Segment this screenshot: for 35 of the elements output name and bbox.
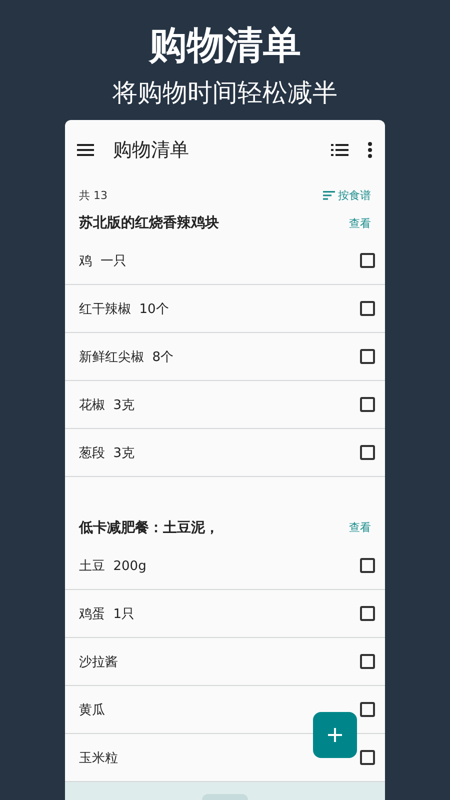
ingredient-label: 红干辣椒 10个 [79, 300, 169, 318]
more-icon[interactable] [367, 141, 373, 159]
ingredient-label: 土豆 200g [79, 558, 146, 574]
ingredient-label: 玉米粒 [79, 750, 118, 766]
ingredient-label: 葱段 3克 [79, 444, 135, 462]
recipe-title: 苏北版的红烧香辣鸡块 [79, 214, 219, 232]
checkbox[interactable] [360, 397, 375, 412]
checkbox[interactable] [360, 750, 375, 765]
ingredient-label: 鸡蛋 1只 [79, 606, 135, 622]
list-view-icon[interactable] [331, 143, 349, 157]
checkbox[interactable] [360, 654, 375, 669]
recipe-title: 低卡减肥餐：土豆泥， [79, 518, 219, 537]
checkbox[interactable] [360, 301, 375, 316]
sort-icon [323, 190, 335, 200]
ingredient-label: 新鲜红尖椒 8个 [79, 348, 174, 366]
ingredient-label: 花椒 3克 [79, 396, 135, 414]
view-link[interactable]: 查看 [349, 216, 371, 231]
checkbox[interactable] [360, 445, 375, 460]
ingredient-label: 沙拉酱 [79, 654, 118, 670]
app-title: 购物清单 [113, 138, 190, 163]
view-link[interactable]: 查看 [349, 520, 371, 536]
checkbox[interactable] [360, 253, 375, 268]
ingredient-label: 鸡 一只 [79, 252, 126, 270]
promo-subtitle: 将购物时间轻松减半 [112, 77, 338, 109]
sort-button[interactable]: 按食谱 [323, 188, 371, 203]
item-count: 共 13 [79, 188, 108, 203]
checkbox[interactable] [360, 702, 375, 717]
add-button[interactable] [313, 712, 357, 758]
menu-icon[interactable] [77, 143, 95, 157]
checkbox[interactable] [360, 558, 375, 573]
plus-icon [328, 728, 342, 742]
ingredient-label: 黄瓜 [79, 702, 105, 718]
checkbox[interactable] [360, 349, 375, 364]
checkbox[interactable] [360, 606, 375, 621]
promo-title: 购物清单 [149, 22, 301, 68]
